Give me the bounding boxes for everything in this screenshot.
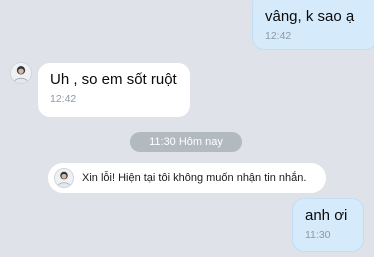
message-text: anh ơi xyxy=(305,207,348,224)
notice-text: Xin lỗi! Hiện tại tôi không muốn nhận ti… xyxy=(82,172,307,184)
auto-reply-notice: Xin lỗi! Hiện tại tôi không muốn nhận ti… xyxy=(48,163,326,193)
message-text: Uh , so em sốt ruột xyxy=(50,71,177,88)
notice-avatar xyxy=(54,168,74,188)
message-bubble-incoming[interactable]: Uh , so em sốt ruột 12:42 xyxy=(38,63,190,117)
user-avatar-icon xyxy=(11,63,31,83)
message-timestamp: 12:42 xyxy=(265,30,292,42)
message-timestamp: 12:42 xyxy=(50,93,77,105)
date-separator: 11:30 Hôm nay xyxy=(130,132,242,152)
message-text: vâng, k sao ạ xyxy=(265,8,355,25)
message-bubble-outgoing[interactable]: anh ơi 11:30 xyxy=(292,198,364,252)
contact-avatar[interactable] xyxy=(10,62,32,84)
message-timestamp: 11:30 xyxy=(305,229,331,241)
user-avatar-icon xyxy=(55,169,73,187)
message-bubble-outgoing[interactable]: vâng, k sao ạ 12:42 xyxy=(252,0,374,50)
